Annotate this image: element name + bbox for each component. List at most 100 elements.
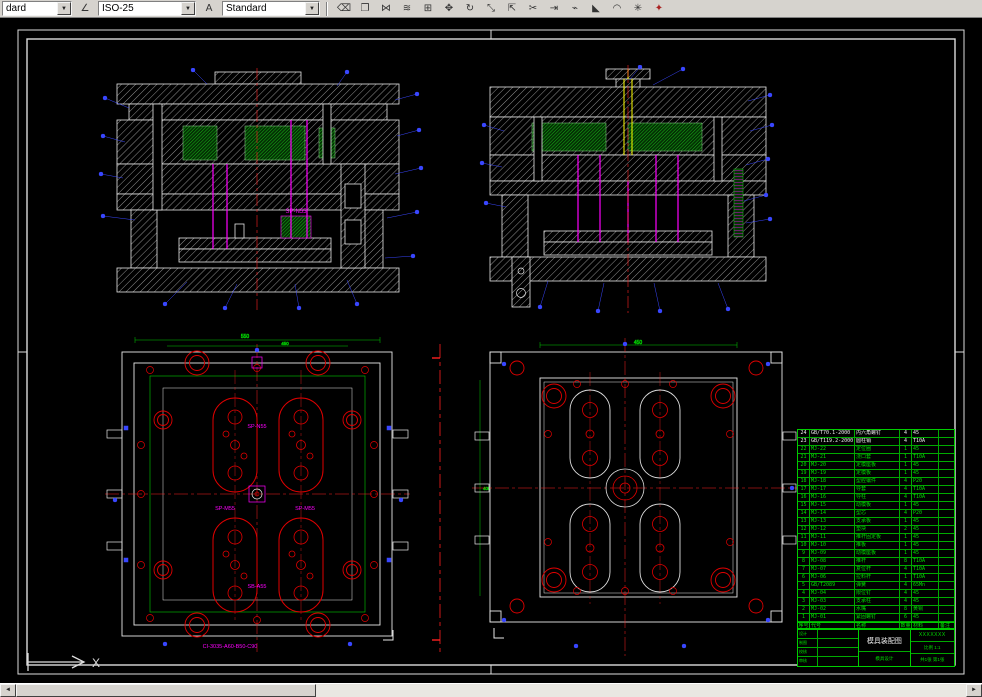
- parts-cell-note: [939, 510, 954, 517]
- extend-icon[interactable]: ⇥: [544, 0, 564, 17]
- chevron-down-icon[interactable]: ▼: [57, 2, 71, 15]
- parts-cell-note: [939, 526, 954, 533]
- move-icon[interactable]: ✥: [439, 0, 459, 17]
- parts-cell-qty: 8: [900, 558, 912, 565]
- array-icon[interactable]: ⊞: [418, 0, 438, 17]
- parts-cell-no: 4: [798, 590, 810, 597]
- mirror-icon[interactable]: ⋈: [376, 0, 396, 17]
- dim-width-label: 550: [241, 334, 250, 340]
- parts-table-row: 12 MJ-12 垫块 2 45: [798, 526, 954, 534]
- parts-cell-note: [939, 590, 954, 597]
- rotate-icon[interactable]: ↻: [460, 0, 480, 17]
- parts-cell-code: MJ-09: [810, 550, 855, 557]
- parts-cell-code: MJ-03: [810, 598, 855, 605]
- scroll-right-button[interactable]: ►: [966, 684, 982, 697]
- parts-cell-qty: 4: [900, 438, 912, 445]
- parts-cell-no: 18: [798, 478, 810, 485]
- parts-cell-code: MJ-16: [810, 494, 855, 501]
- copy-icon[interactable]: ❐: [355, 0, 375, 17]
- parts-cell-note: [939, 518, 954, 525]
- parts-cell-qty: 1: [900, 502, 912, 509]
- horizontal-scrollbar[interactable]: ◄ ►: [0, 683, 982, 697]
- parts-table-row: 1 MJ-01 紧固螺钉 6 45: [798, 614, 954, 622]
- chamfer-icon[interactable]: ◣: [586, 0, 606, 17]
- parts-cell-code: MJ-21: [810, 454, 855, 461]
- screw-holes: [544, 380, 734, 595]
- scale-icon[interactable]: ⤡: [481, 0, 501, 17]
- parts-cell-code: MJ-04: [810, 590, 855, 597]
- parts-table-row: 20 MJ-20 定模座板 1 45: [798, 462, 954, 470]
- parts-cell-no: 24: [798, 430, 810, 437]
- parts-table-row: 5 GB/T2089 弹簧 4 65Mn: [798, 582, 954, 590]
- parts-cell-qty: 4: [900, 598, 912, 605]
- offset-icon[interactable]: ≋: [397, 0, 417, 17]
- erase-icon[interactable]: ⌫: [334, 0, 354, 17]
- parts-cell-note: [939, 558, 954, 565]
- parts-cell-qty: 4: [900, 494, 912, 501]
- sig-label: 设计: [798, 630, 818, 638]
- drawing-canvas[interactable]: SP-N55 550 450 SP-N55 SP-M55 SP-M55 SB-A…: [0, 18, 982, 683]
- chevron-down-icon[interactable]: ▼: [305, 2, 319, 15]
- parts-cell-no: 5: [798, 582, 810, 589]
- style-combo[interactable]: dard ▼: [2, 1, 72, 16]
- textstyle-combo[interactable]: Standard ▼: [222, 1, 320, 16]
- sig-value: [818, 648, 858, 656]
- section-view-top-right: [479, 65, 775, 314]
- section-cut-line: [432, 344, 441, 656]
- parts-cell-no: 10: [798, 542, 810, 549]
- scrollbar-thumb[interactable]: [16, 684, 316, 697]
- dim-style-icon[interactable]: ∠: [75, 0, 95, 17]
- parts-cell-code: MJ-08: [810, 558, 855, 565]
- parts-cell-note: [939, 534, 954, 541]
- parts-cell-no: 23: [798, 438, 810, 445]
- parts-cell-mat: 45: [912, 614, 939, 621]
- parts-table-row: 23 GB/T119.2-2000 圆柱销 4 T10A: [798, 438, 954, 446]
- break-icon[interactable]: ⌁: [565, 0, 585, 17]
- parts-cell-name: 导套: [855, 486, 900, 493]
- parts-table-row: 4 MJ-04 限位钉 4 45: [798, 590, 954, 598]
- parts-cell-no: 14: [798, 510, 810, 517]
- parts-cell-code: MJ-18: [810, 478, 855, 485]
- toolbar-separator: [326, 1, 328, 16]
- properties-icon[interactable]: ✦: [649, 0, 669, 17]
- parts-table-row: 7 MJ-07 复位杆 4 T10A: [798, 566, 954, 574]
- parts-cell-no: 8: [798, 558, 810, 565]
- text-style-icon[interactable]: A: [199, 0, 219, 17]
- guide-bushings: [509, 360, 764, 614]
- parts-cell-note: [939, 606, 954, 613]
- fillet-icon[interactable]: ◠: [607, 0, 627, 17]
- parts-cell-note: [939, 470, 954, 477]
- parts-cell-note: [939, 574, 954, 581]
- parts-cell-qty: 4: [900, 590, 912, 597]
- parts-cell-no: 2: [798, 606, 810, 613]
- parts-cell-qty: 1: [900, 550, 912, 557]
- parts-table-row: 13 MJ-13 支承板 1 45: [798, 518, 954, 526]
- parts-cell-note: [939, 550, 954, 557]
- parts-cell-qty: 1: [900, 518, 912, 525]
- explode-icon[interactable]: ✳: [628, 0, 648, 17]
- dimension-lines: 550 450: [134, 334, 381, 347]
- title-block-signatures: 设计 制图 校核 审核: [798, 630, 860, 666]
- trim-icon[interactable]: ✂: [523, 0, 543, 17]
- parts-table-row: 8 MJ-08 推杆 8 T10A: [798, 558, 954, 566]
- parts-cell-code: MJ-10: [810, 542, 855, 549]
- dimstyle-combo[interactable]: ISO-25 ▼: [98, 1, 196, 16]
- sig-value: [818, 630, 858, 638]
- return-spring: [733, 168, 744, 238]
- parts-cell-qty: 1: [900, 462, 912, 469]
- parts-table-row: 3 MJ-03 支承柱 4 45: [798, 598, 954, 606]
- parts-cell-name: 支承柱: [855, 598, 900, 605]
- parts-cell-mat: 黄铜: [912, 606, 939, 613]
- parts-cell-code: GB/T70.1-2000: [810, 430, 855, 437]
- stretch-icon[interactable]: ⇱: [502, 0, 522, 17]
- part-labels: SP-N55 SP-M55 SP-M55 SB-A55: [215, 424, 315, 590]
- parts-cell-code: MJ-01: [810, 614, 855, 621]
- parts-cell-qty: 4: [900, 566, 912, 573]
- parts-table-row: 18 MJ-18 型腔镶件 4 P20: [798, 478, 954, 486]
- parts-cell-name: 定位圈: [855, 446, 900, 453]
- parts-cell-qty: 1: [900, 542, 912, 549]
- chevron-down-icon[interactable]: ▼: [181, 2, 195, 15]
- parts-cell-qty: 4: [900, 510, 912, 517]
- x-axis-arrow: [27, 653, 86, 671]
- scroll-left-button[interactable]: ◄: [0, 684, 16, 697]
